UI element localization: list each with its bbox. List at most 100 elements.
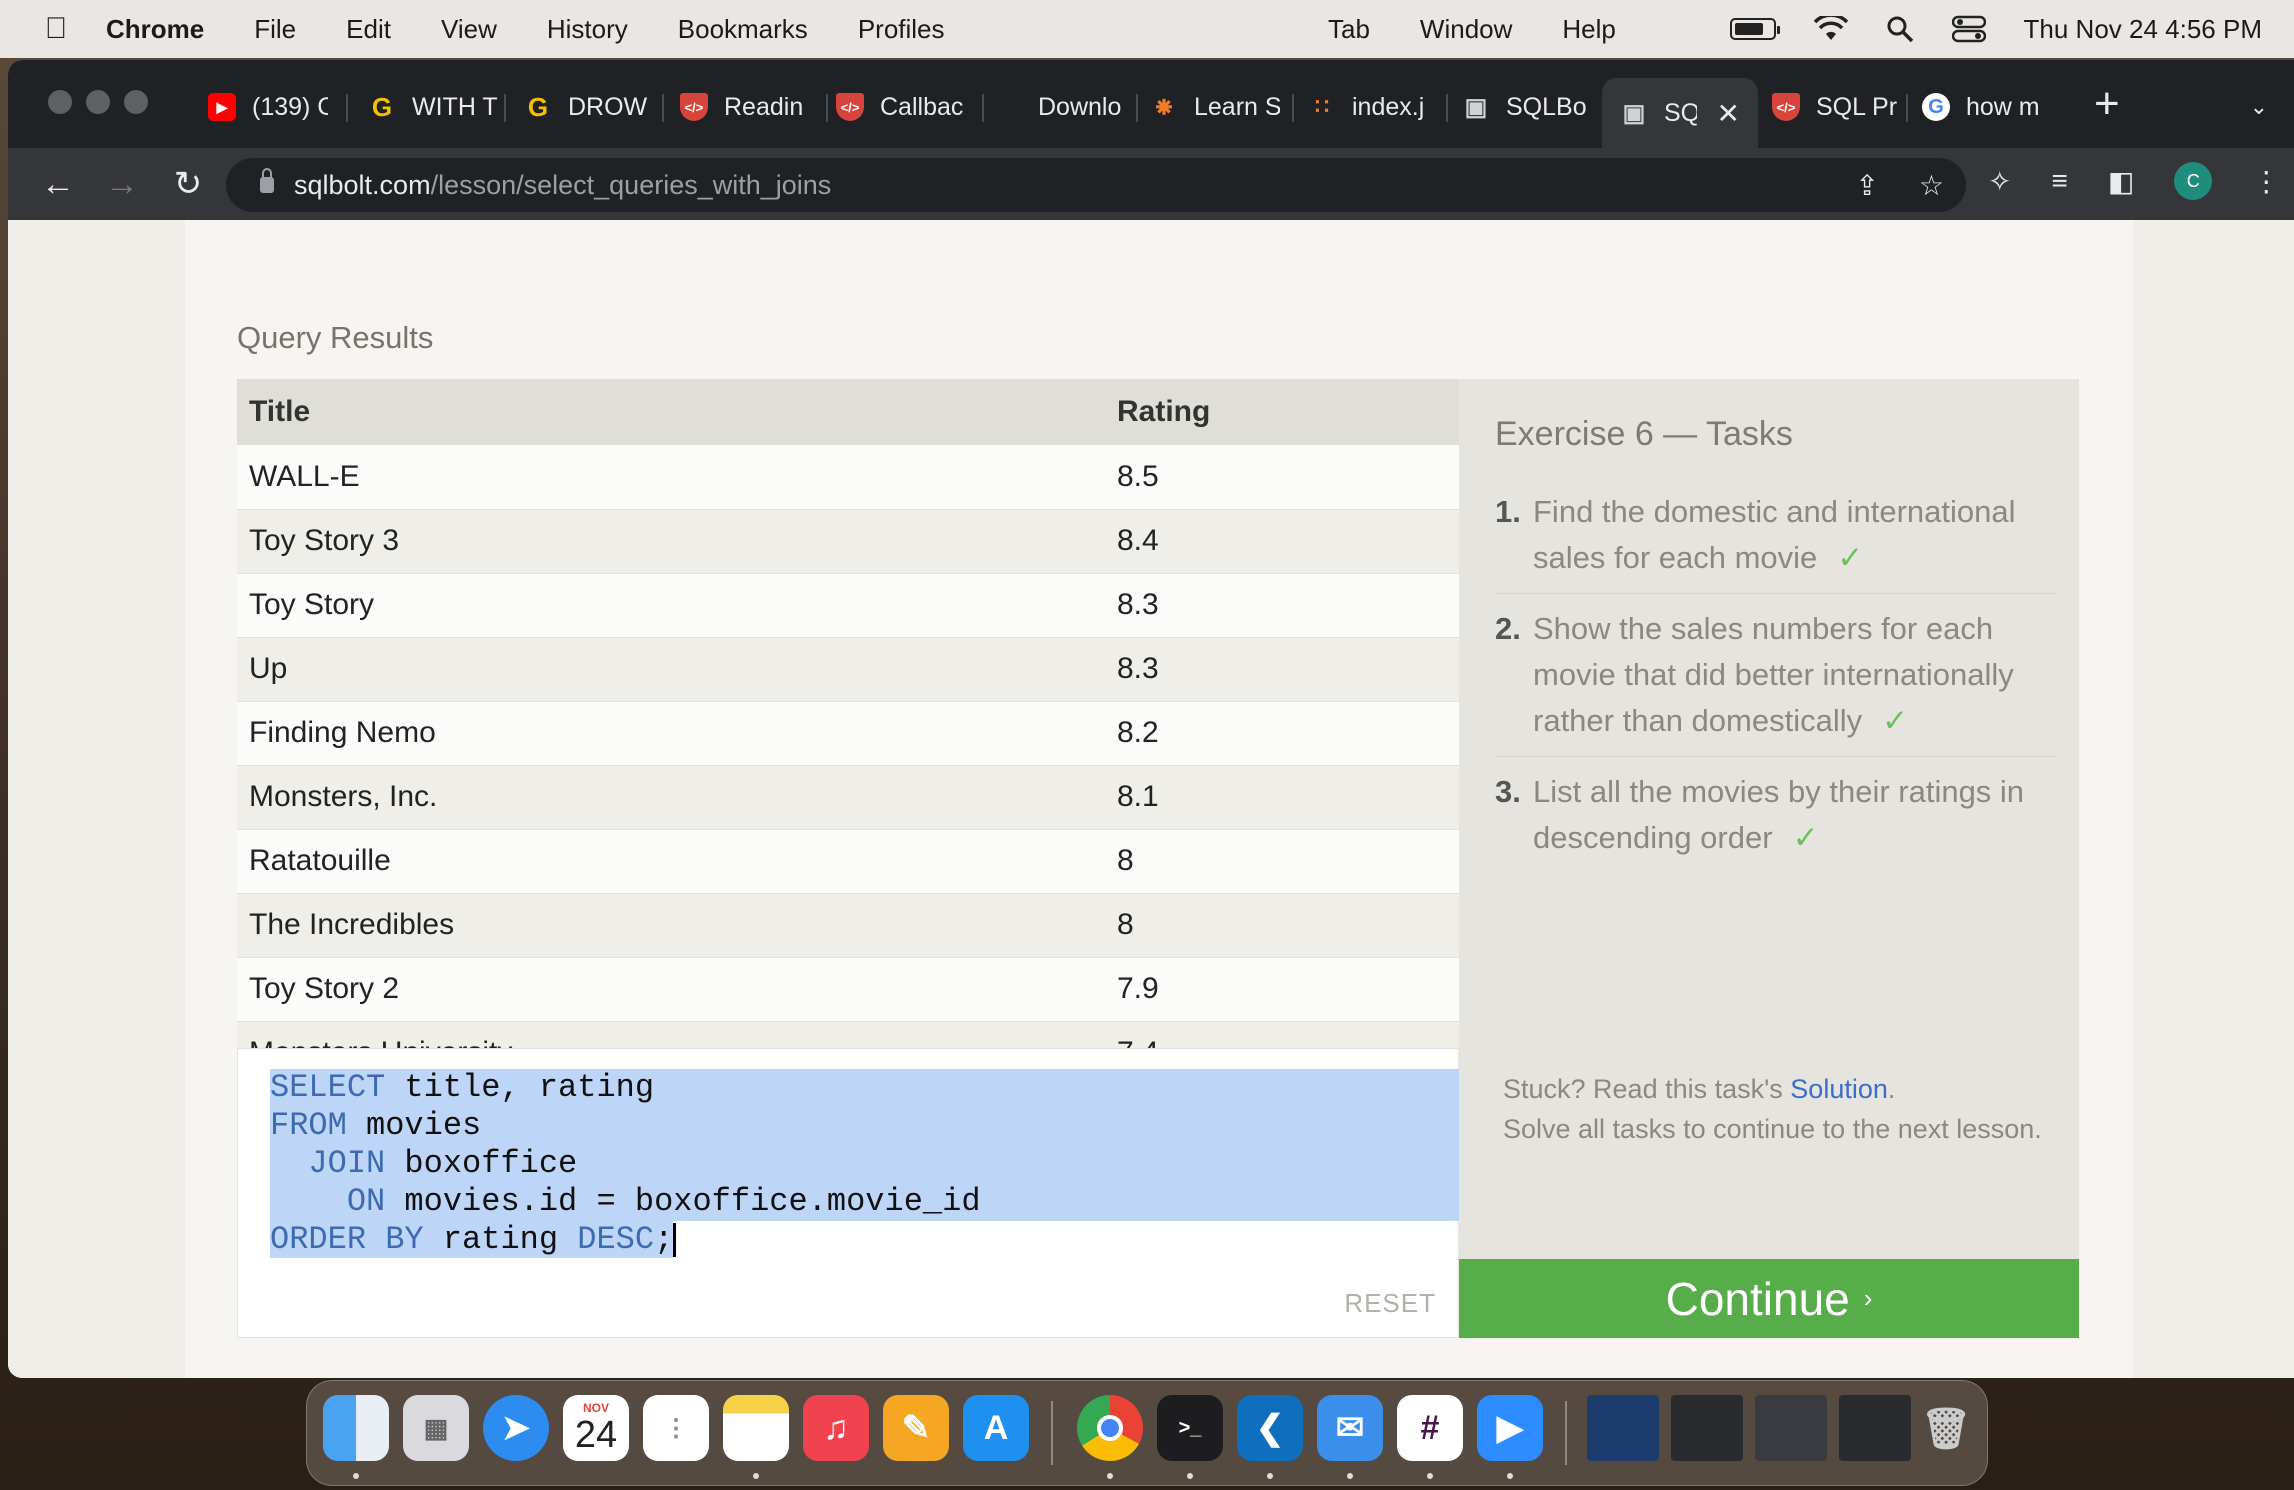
menu-profiles[interactable]: Profiles (858, 14, 945, 45)
sql-code[interactable]: SELECT title, rating FROM movies JOIN bo… (270, 1069, 981, 1259)
menu-help[interactable]: Help (1562, 14, 1615, 45)
vscode-icon[interactable]: ❮ (1237, 1395, 1303, 1461)
pages-icon[interactable]: ✎ (883, 1395, 949, 1461)
sql-text: movies.id = boxoffice.movie_id (385, 1183, 981, 1220)
menu-file[interactable]: File (254, 14, 296, 45)
new-tab-button[interactable]: + (2094, 82, 2120, 126)
mail-icon[interactable]: ✉ (1317, 1395, 1383, 1461)
menu-tab[interactable]: Tab (1328, 14, 1370, 45)
tab-divider (662, 94, 664, 122)
zoom-window-button[interactable] (124, 90, 148, 114)
minimized-window-thumbnail[interactable] (1755, 1395, 1827, 1461)
code-line: SELECT title, rating (270, 1069, 981, 1107)
tab-sqlbolt-active[interactable]: ▣ SQ ✕ (1602, 78, 1758, 148)
lock-icon[interactable] (260, 168, 274, 193)
menu-edit[interactable]: Edit (346, 14, 391, 45)
back-button[interactable]: ← (36, 162, 80, 206)
music-icon[interactable]: ♫ (803, 1395, 869, 1461)
code-shield-icon: </> (836, 93, 864, 121)
chrome-icon[interactable] (1077, 1395, 1143, 1461)
close-tab-icon[interactable]: ✕ (1717, 97, 1740, 130)
running-indicator (353, 1473, 359, 1479)
tab-sqlbolt[interactable]: ▣ SQLBo (1462, 78, 1592, 136)
g-icon: G (527, 91, 549, 122)
reminders-icon[interactable]: ⋮ (643, 1395, 709, 1461)
tab-search-chevron-icon[interactable]: ⌄ (2250, 94, 2268, 120)
tab-download[interactable]: Downlo (1038, 78, 1138, 136)
sql-keyword: ORDER BY (270, 1221, 424, 1258)
tab-divider (346, 94, 348, 122)
continue-button[interactable]: Continue › (1459, 1259, 2079, 1338)
youtube-icon: ▶ (208, 93, 236, 121)
close-window-button[interactable] (48, 90, 72, 114)
solution-link[interactable]: Solution (1790, 1074, 1888, 1104)
url-path: /lesson/select_queries_with_joins (430, 169, 832, 200)
table-row: The Incredibles 8 (237, 893, 1459, 958)
cell-title: The Incredibles (237, 893, 1105, 958)
chevron-right-icon: › (1863, 1283, 1873, 1313)
cell-rating: 8.3 (1105, 637, 1459, 702)
sql-editor[interactable]: SELECT title, rating FROM movies JOIN bo… (237, 1048, 1460, 1338)
task-text: List all the movies by their ratings in … (1533, 774, 2025, 855)
tab-title: DROW (568, 92, 648, 121)
safari-icon[interactable]: ➤ (483, 1395, 549, 1461)
battery-icon[interactable] (1729, 18, 1780, 40)
menu-app-name[interactable]: Chrome (106, 14, 204, 45)
exercise-tasks-panel: Exercise 6 — Tasks 1. Find the domestic … (1459, 379, 2079, 1259)
minimize-window-button[interactable] (86, 90, 110, 114)
tab-sql-practice[interactable]: </> SQL Pr (1772, 78, 1902, 136)
cell-rating: 8.3 (1105, 573, 1459, 638)
reload-button[interactable]: ↻ (166, 162, 210, 206)
apple-menu-icon[interactable]:  (36, 12, 76, 46)
wifi-icon[interactable] (1813, 16, 1848, 42)
browser-window: ▶ (139) C G WITH T G DROW </> Readin </>… (8, 60, 2294, 1378)
tab-youtube[interactable]: ▶ (139) C (208, 78, 328, 136)
tab-drow[interactable]: G DROW (524, 78, 654, 136)
cell-rating: 8 (1105, 829, 1459, 894)
minimized-window-thumbnail[interactable] (1587, 1395, 1659, 1461)
tab-callback[interactable]: </> Callbac (836, 78, 978, 136)
tab-index[interactable]: ∷ index.j (1308, 78, 1438, 136)
bookmark-star-icon[interactable]: ☆ (1919, 169, 1944, 202)
tab-title: SQL Pr (1816, 92, 1898, 121)
macos-dock: ▦ ➤ NOV 24 ⋮ ♫ ✎ A >_ ❮ ✉ # ▶ 🗑 (306, 1380, 1988, 1486)
code-shield-icon: </> (1772, 93, 1800, 121)
menu-clock[interactable]: Thu Nov 24 4:56 PM (2024, 14, 2262, 45)
tab-reading[interactable]: </> Readin (680, 78, 820, 136)
share-icon[interactable]: ⇪ (1855, 169, 1878, 202)
menu-bookmarks[interactable]: Bookmarks (678, 14, 808, 45)
finder-icon[interactable] (323, 1395, 389, 1461)
cell-rating: 8.5 (1105, 445, 1459, 510)
minimized-window-thumbnail[interactable] (1671, 1395, 1743, 1461)
cell-title: Toy Story (237, 573, 1105, 638)
calendar-icon[interactable]: NOV 24 (563, 1395, 629, 1461)
reset-button[interactable]: RESET (1344, 1288, 1436, 1319)
chrome-menu-icon[interactable]: ⋮ (2252, 165, 2280, 198)
slack-icon[interactable]: # (1397, 1395, 1463, 1461)
tab-learn[interactable]: ⁕ Learn S (1150, 78, 1280, 136)
tab-google[interactable]: G how m (1922, 78, 2052, 136)
extensions-puzzle-icon[interactable]: ✧ (1988, 165, 2011, 198)
menu-view[interactable]: View (441, 14, 497, 45)
spotlight-search-icon[interactable] (1886, 15, 1914, 43)
menu-window[interactable]: Window (1420, 14, 1512, 45)
running-indicator (1427, 1473, 1433, 1479)
tab-divider (1292, 94, 1294, 122)
menu-history[interactable]: History (547, 14, 628, 45)
terminal-icon[interactable]: >_ (1157, 1395, 1223, 1461)
app-store-icon[interactable]: A (963, 1395, 1029, 1461)
trash-icon[interactable]: 🗑 (1913, 1395, 1979, 1461)
profile-avatar[interactable]: C (2174, 162, 2213, 200)
media-queue-icon[interactable]: ≡ (2051, 165, 2067, 197)
zoom-icon[interactable]: ▶ (1477, 1395, 1543, 1461)
notes-icon[interactable] (723, 1395, 789, 1461)
forward-button[interactable]: → (100, 162, 144, 206)
launchpad-icon[interactable]: ▦ (403, 1395, 469, 1461)
minimized-window-thumbnail[interactable] (1839, 1395, 1911, 1461)
column-header-rating: Rating (1105, 379, 1459, 445)
side-panel-icon[interactable]: ◧ (2108, 165, 2134, 198)
tab-with[interactable]: G WITH T (368, 78, 498, 136)
address-bar[interactable]: sqlbolt.com/lesson/select_queries_with_j… (226, 158, 1966, 212)
control-center-icon[interactable] (1951, 15, 1986, 43)
sql-keyword: FROM (270, 1107, 347, 1144)
